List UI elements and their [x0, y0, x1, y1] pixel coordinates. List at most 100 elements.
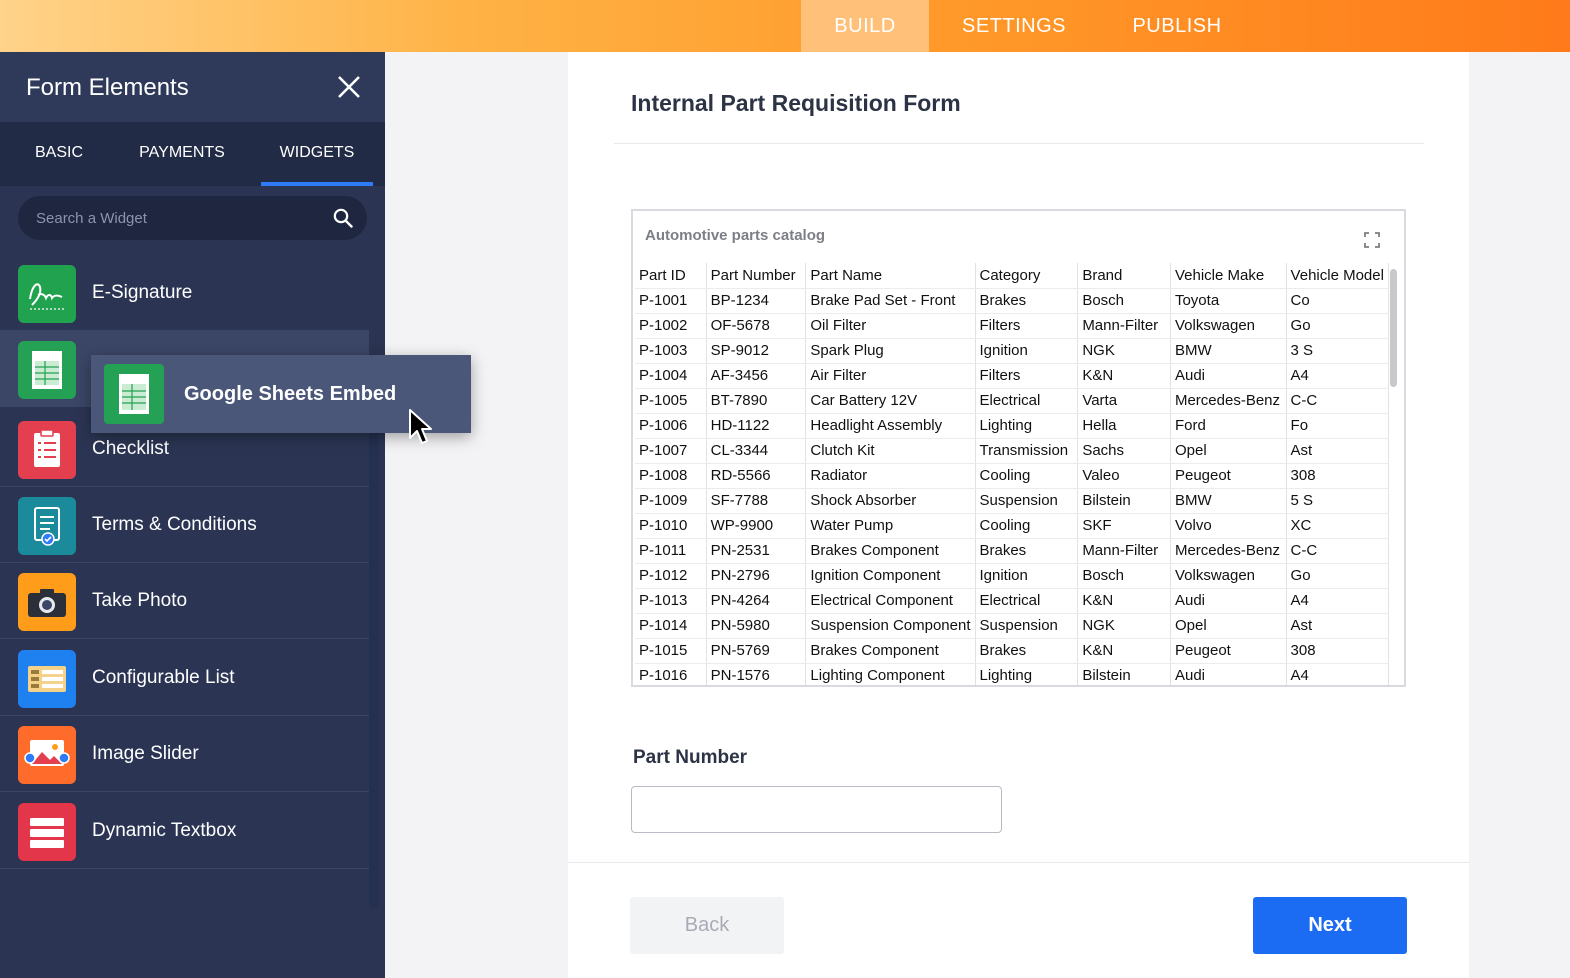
sheet-row: P-1013 PN-4264 Electrical Component Electri… — [635, 588, 1389, 614]
sheet-cell: P-1013 — [635, 588, 707, 614]
sheet-cell: Bosch — [1077, 563, 1171, 589]
close-icon[interactable] — [336, 74, 362, 100]
sheet-cell: 3 S — [1286, 338, 1389, 364]
sheet-cell: Volvo — [1170, 513, 1287, 539]
sheet-column-header: Brand — [1077, 263, 1171, 289]
sheet-cell: P-1008 — [635, 463, 707, 489]
sheet-scrollbar[interactable] — [1390, 269, 1397, 387]
sheet-row: P-1008 RD-5566 Radiator Cooling Valeo Peugeot… — [635, 463, 1389, 489]
sheet-cell: Headlight Assembly — [805, 413, 976, 439]
sheet-cell: PN-4264 — [706, 588, 807, 614]
sheet-cell: Varta — [1077, 388, 1171, 414]
sheet-table-viewport[interactable]: Part ID Part Number Part Name Category Brand… — [635, 263, 1389, 685]
sheet-cell: RD-5566 — [706, 463, 807, 489]
sheet-cell: Go — [1286, 313, 1389, 339]
sheet-cell: P-1005 — [635, 388, 707, 414]
sheet-cell: Lighting Component — [805, 663, 976, 685]
sheet-cell: C-C — [1286, 388, 1389, 414]
sheet-cell: Electrical — [975, 388, 1079, 414]
tab-settings[interactable]: SETTINGS — [950, 0, 1078, 52]
sheet-cell: Car Battery 12V — [805, 388, 976, 414]
search-icon[interactable] — [333, 208, 353, 228]
sheet-row: P-1011 PN-2531 Brakes Component Brakes Mann-… — [635, 538, 1389, 564]
sheet-table: Part ID Part Number Part Name Category Brand… — [635, 263, 1389, 685]
widget-take-photo[interactable]: Take Photo — [0, 563, 369, 639]
sheet-cell: SKF — [1077, 513, 1171, 539]
sheet-cell: Volkswagen — [1170, 313, 1287, 339]
sheet-cell: Electrical — [975, 588, 1079, 614]
sheet-column-header: Part Number — [706, 263, 807, 289]
part-number-input[interactable] — [631, 786, 1002, 833]
sheet-cell: Peugeot — [1170, 463, 1287, 489]
sheet-cell: PN-2796 — [706, 563, 807, 589]
sheet-cell: Air Filter — [805, 363, 976, 389]
sheet-cell: Clutch Kit — [805, 438, 976, 464]
back-button[interactable]: Back — [630, 897, 784, 954]
sheet-cell: Bilstein — [1077, 663, 1171, 685]
sheet-cell: XC — [1286, 513, 1389, 539]
sheet-cell: Audi — [1170, 363, 1287, 389]
sheet-cell: Brakes — [975, 638, 1079, 664]
tab-build[interactable]: BUILD — [801, 0, 929, 52]
sheet-cell: Mann-Filter — [1077, 313, 1171, 339]
sheet-cell: C-C — [1286, 538, 1389, 564]
widget-image-slider[interactable]: Image Slider — [0, 716, 369, 792]
sheet-title: Automotive parts catalog — [645, 227, 826, 244]
tab-payments[interactable]: PAYMENTS — [124, 122, 240, 186]
widget-terms-conditions[interactable]: Terms & Conditions — [0, 487, 369, 563]
sheet-cell: P-1002 — [635, 313, 707, 339]
sheet-cell: Cooling — [975, 463, 1079, 489]
tab-basic[interactable]: BASIC — [18, 122, 100, 186]
sheet-cell: Hella — [1077, 413, 1171, 439]
sheet-cell: Mercedes-Benz — [1170, 538, 1287, 564]
sheet-cell: Brakes Component — [805, 538, 976, 564]
widget-search-input[interactable] — [36, 196, 326, 240]
sheet-cell: A4 — [1286, 363, 1389, 389]
sheet-cell: Ignition Component — [805, 563, 976, 589]
google-sheet-embed[interactable]: Automotive parts catalog Part ID Part Num… — [631, 209, 1406, 687]
sheet-cell: Brakes — [975, 288, 1079, 314]
widget-label: Configurable List — [92, 667, 235, 688]
sheet-cell: Mercedes-Benz — [1170, 388, 1287, 414]
sheet-cell: P-1001 — [635, 288, 707, 314]
sheet-row: P-1015 PN-5769 Brakes Component Brakes K&N Pe… — [635, 638, 1389, 664]
sheet-cell: Brake Pad Set - Front — [805, 288, 976, 314]
form-elements-panel: Form Elements BASIC PAYMENTS WIDGETS E-S… — [0, 52, 385, 978]
sheet-column-header: Category — [975, 263, 1079, 289]
textbox-icon — [18, 803, 76, 861]
widget-label: Terms & Conditions — [92, 514, 257, 535]
expand-icon[interactable] — [1357, 225, 1387, 255]
sheet-cell: Volkswagen — [1170, 563, 1287, 589]
sheet-cell: P-1012 — [635, 563, 707, 589]
tab-widgets[interactable]: WIDGETS — [261, 122, 373, 186]
panel-scrollbar[interactable] — [369, 380, 379, 908]
part-number-label: Part Number — [633, 747, 748, 768]
widget-configurable-list[interactable]: Configurable List — [0, 640, 369, 716]
sheet-cell: P-1009 — [635, 488, 707, 514]
sheet-cell: SF-7788 — [706, 488, 807, 514]
sheet-row: P-1004 AF-3456 Air Filter Filters K&N Audi A4 — [635, 363, 1389, 389]
sheet-cell: Water Pump — [805, 513, 976, 539]
sheet-row: P-1012 PN-2796 Ignition Component Ignition B… — [635, 563, 1389, 589]
sheet-row: P-1002 OF-5678 Oil Filter Filters Mann-Filte… — [635, 313, 1389, 339]
divider — [568, 862, 1469, 863]
mouse-cursor-icon — [409, 409, 432, 444]
widget-e-signature[interactable]: E-Signature — [0, 255, 369, 331]
spreadsheet-icon — [18, 341, 76, 399]
sheet-cell: Filters — [975, 363, 1079, 389]
sheet-cell: Spark Plug — [805, 338, 976, 364]
sheet-cell: Sachs — [1077, 438, 1171, 464]
tab-publish[interactable]: PUBLISH — [1115, 0, 1239, 52]
sheet-cell: P-1016 — [635, 663, 707, 685]
sheet-cell: Ast — [1286, 613, 1389, 639]
sheet-cell: Brakes — [975, 538, 1079, 564]
sheet-cell: A4 — [1286, 588, 1389, 614]
sheet-cell: NGK — [1077, 338, 1171, 364]
widget-dynamic-textbox[interactable]: Dynamic Textbox — [0, 793, 369, 869]
sheet-cell: NGK — [1077, 613, 1171, 639]
list-grid-icon — [18, 650, 76, 708]
next-button[interactable]: Next — [1253, 897, 1407, 954]
form-title[interactable]: Internal Part Requisition Form — [631, 90, 961, 117]
sheet-cell: Mann-Filter — [1077, 538, 1171, 564]
sheet-cell: P-1014 — [635, 613, 707, 639]
